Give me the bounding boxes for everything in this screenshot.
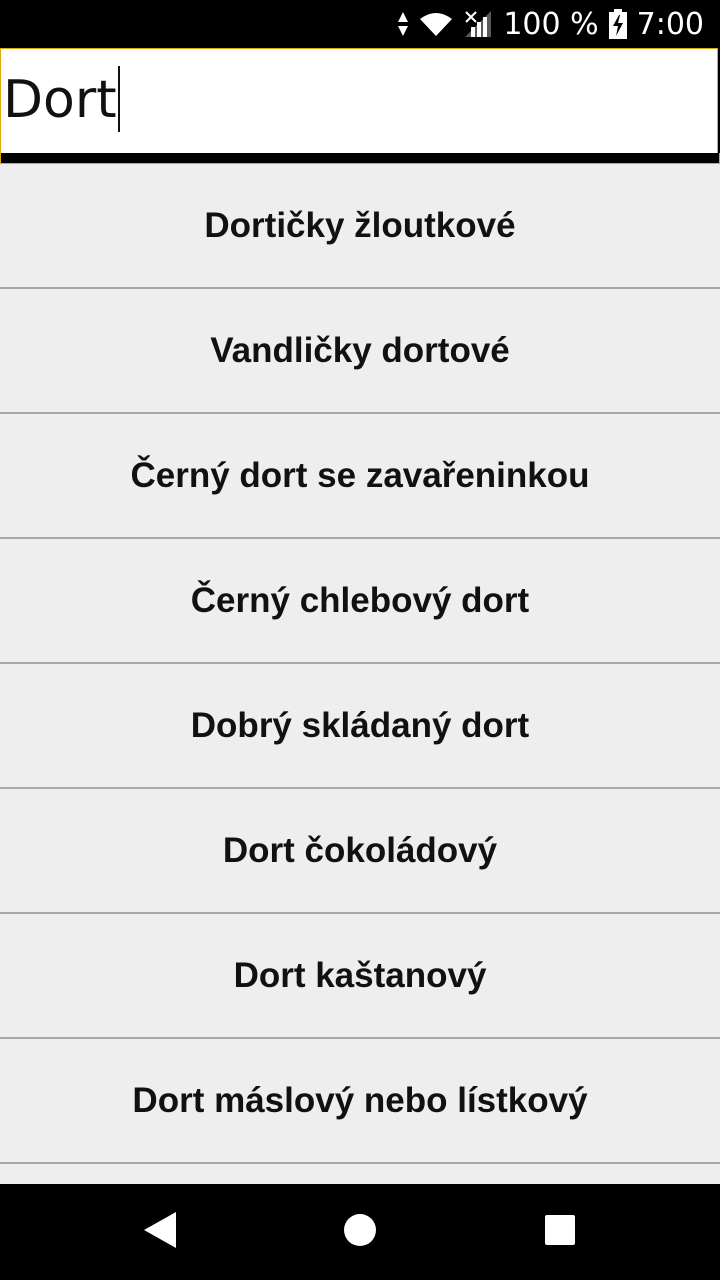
results-list[interactable]: Dortičky žloutkové Vandličky dortové Čer…	[0, 164, 720, 1184]
list-item[interactable]: Dort kaštanový	[0, 914, 720, 1039]
list-item-label: Dort kaštanový	[233, 955, 487, 995]
battery-charging-icon	[608, 9, 627, 39]
search-input-value: Dort	[3, 70, 117, 130]
text-cursor	[117, 66, 120, 132]
list-item[interactable]: Vandličky dortové	[0, 289, 720, 414]
home-button[interactable]	[300, 1184, 420, 1280]
search-input[interactable]: Dort	[3, 63, 120, 137]
list-item-label: Dobrý skládaný dort	[190, 705, 530, 745]
list-item[interactable]: Černý chlebový dort	[0, 539, 720, 664]
battery-text: 100 %	[503, 6, 599, 42]
back-icon	[142, 1210, 178, 1255]
wifi-icon	[419, 11, 453, 37]
list-item-label: Černý chlebový dort	[190, 580, 530, 620]
list-item-label: Vandličky dortové	[210, 330, 510, 370]
navigation-bar	[0, 1184, 720, 1280]
list-item-label: Černý dort se zavařeninkou	[130, 455, 590, 495]
back-button[interactable]	[100, 1184, 220, 1280]
list-item[interactable]: Černý dort se zavařeninkou	[0, 414, 720, 539]
list-item-label: Dort máslový nebo lístkový	[132, 1080, 588, 1120]
list-item[interactable]: Dort čokoládový	[0, 789, 720, 914]
data-arrows-icon	[397, 11, 409, 37]
recents-icon	[544, 1214, 576, 1251]
clock: 7:00	[636, 6, 704, 42]
list-item[interactable]: Dobrý skládaný dort	[0, 664, 720, 789]
status-bar: 100 % 7:00	[0, 0, 720, 48]
list-item[interactable]: Dort máslový nebo lístkový	[0, 1039, 720, 1164]
status-icons: 100 % 7:00	[397, 0, 704, 48]
search-underline	[0, 153, 720, 164]
list-item-label: Dort čokoládový	[222, 830, 498, 870]
list-item-label: Dortičky žloutkové	[204, 205, 516, 245]
search-input-box[interactable]: Dort	[0, 48, 718, 153]
signal-icon	[463, 10, 493, 38]
search-bar: Dort	[0, 48, 720, 164]
home-icon	[343, 1213, 377, 1252]
recents-button[interactable]	[500, 1184, 620, 1280]
list-item[interactable]: Dortičky žloutkové	[0, 164, 720, 289]
